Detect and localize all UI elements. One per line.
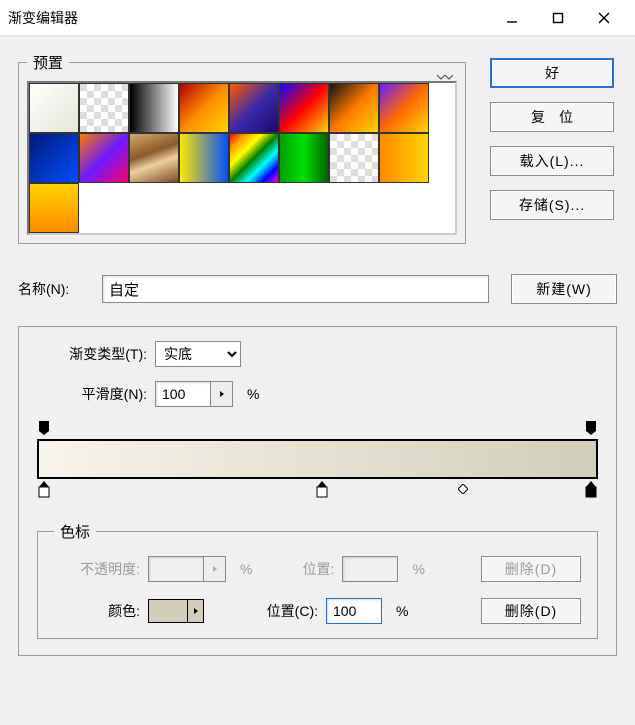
- preset-grid: [27, 81, 457, 235]
- opacity-stop-left[interactable]: [37, 421, 51, 435]
- opacity-location-input: [342, 556, 398, 582]
- opacity-stepper: [204, 556, 226, 582]
- preset-swatch[interactable]: [29, 83, 79, 133]
- opacity-stop-right[interactable]: [584, 421, 598, 435]
- delete-opacity-stop-button: 删除(D): [481, 556, 581, 582]
- stops-group: 色标 不透明度: % 位置: % 删除(D) 颜色: 位置(C): %: [37, 521, 598, 639]
- gradient-editor-bar[interactable]: [37, 421, 598, 509]
- preset-swatch[interactable]: [329, 133, 379, 183]
- preset-swatch[interactable]: [129, 83, 179, 133]
- color-location-input[interactable]: [326, 598, 382, 624]
- reset-button[interactable]: 复位: [490, 102, 614, 132]
- minimize-button[interactable]: [489, 0, 535, 36]
- percent-label: %: [240, 561, 252, 577]
- preset-swatch[interactable]: [279, 83, 329, 133]
- preset-swatch[interactable]: [379, 83, 429, 133]
- smoothness-stepper[interactable]: [211, 381, 233, 407]
- name-input[interactable]: [102, 275, 489, 303]
- opacity-label: 不透明度:: [54, 559, 140, 579]
- preset-swatch[interactable]: [79, 83, 129, 133]
- ok-button[interactable]: 好: [490, 58, 614, 88]
- stops-legend: 色标: [54, 521, 96, 542]
- preset-swatch[interactable]: [329, 83, 379, 133]
- preset-swatch[interactable]: [229, 83, 279, 133]
- color-stop-mid[interactable]: [315, 481, 329, 499]
- window-title: 渐变编辑器: [8, 8, 489, 28]
- preset-swatch[interactable]: [29, 183, 79, 233]
- delete-color-stop-button[interactable]: 删除(D): [481, 598, 581, 624]
- color-stop-right[interactable]: [584, 481, 598, 499]
- gradient-type-group: 渐变类型(T): 实底 平滑度(N): % 色标 不透明度:: [18, 326, 617, 656]
- color-swatch[interactable]: [148, 599, 204, 623]
- color-location-label: 位置(C):: [212, 601, 318, 621]
- name-label: 名称(N):: [18, 279, 90, 299]
- preset-swatch[interactable]: [379, 133, 429, 183]
- smoothness-input[interactable]: [155, 381, 211, 407]
- gradient-type-select[interactable]: 实底: [155, 341, 241, 367]
- preset-swatch[interactable]: [179, 133, 229, 183]
- preset-swatch[interactable]: [129, 133, 179, 183]
- presets-legend: 预置: [27, 52, 69, 73]
- maximize-button[interactable]: [535, 0, 581, 36]
- preset-swatch[interactable]: [279, 133, 329, 183]
- new-button[interactable]: 新建(W): [511, 274, 617, 304]
- color-stop-left[interactable]: [37, 481, 51, 499]
- load-button[interactable]: 载入(L)...: [490, 146, 614, 176]
- opacity-input: [148, 556, 204, 582]
- preset-swatch[interactable]: [29, 133, 79, 183]
- preset-swatch[interactable]: [79, 133, 129, 183]
- close-button[interactable]: [581, 0, 627, 36]
- midpoint-diamond[interactable]: [458, 481, 468, 491]
- smoothness-label: 平滑度(N):: [37, 384, 147, 404]
- presets-group: 预置: [18, 52, 466, 244]
- gradient-bar[interactable]: [37, 439, 598, 479]
- color-swatch-arrow[interactable]: [187, 600, 203, 622]
- gradient-type-label: 渐变类型(T):: [37, 344, 147, 364]
- percent-label: %: [412, 561, 424, 577]
- percent-label: %: [247, 386, 259, 402]
- preset-swatch[interactable]: [229, 133, 279, 183]
- save-button[interactable]: 存储(S)...: [490, 190, 614, 220]
- presets-flyout-icon[interactable]: [433, 69, 457, 85]
- preset-swatch[interactable]: [179, 83, 229, 133]
- color-label: 颜色:: [54, 601, 140, 621]
- percent-label: %: [396, 603, 408, 619]
- location-label: 位置:: [260, 559, 334, 579]
